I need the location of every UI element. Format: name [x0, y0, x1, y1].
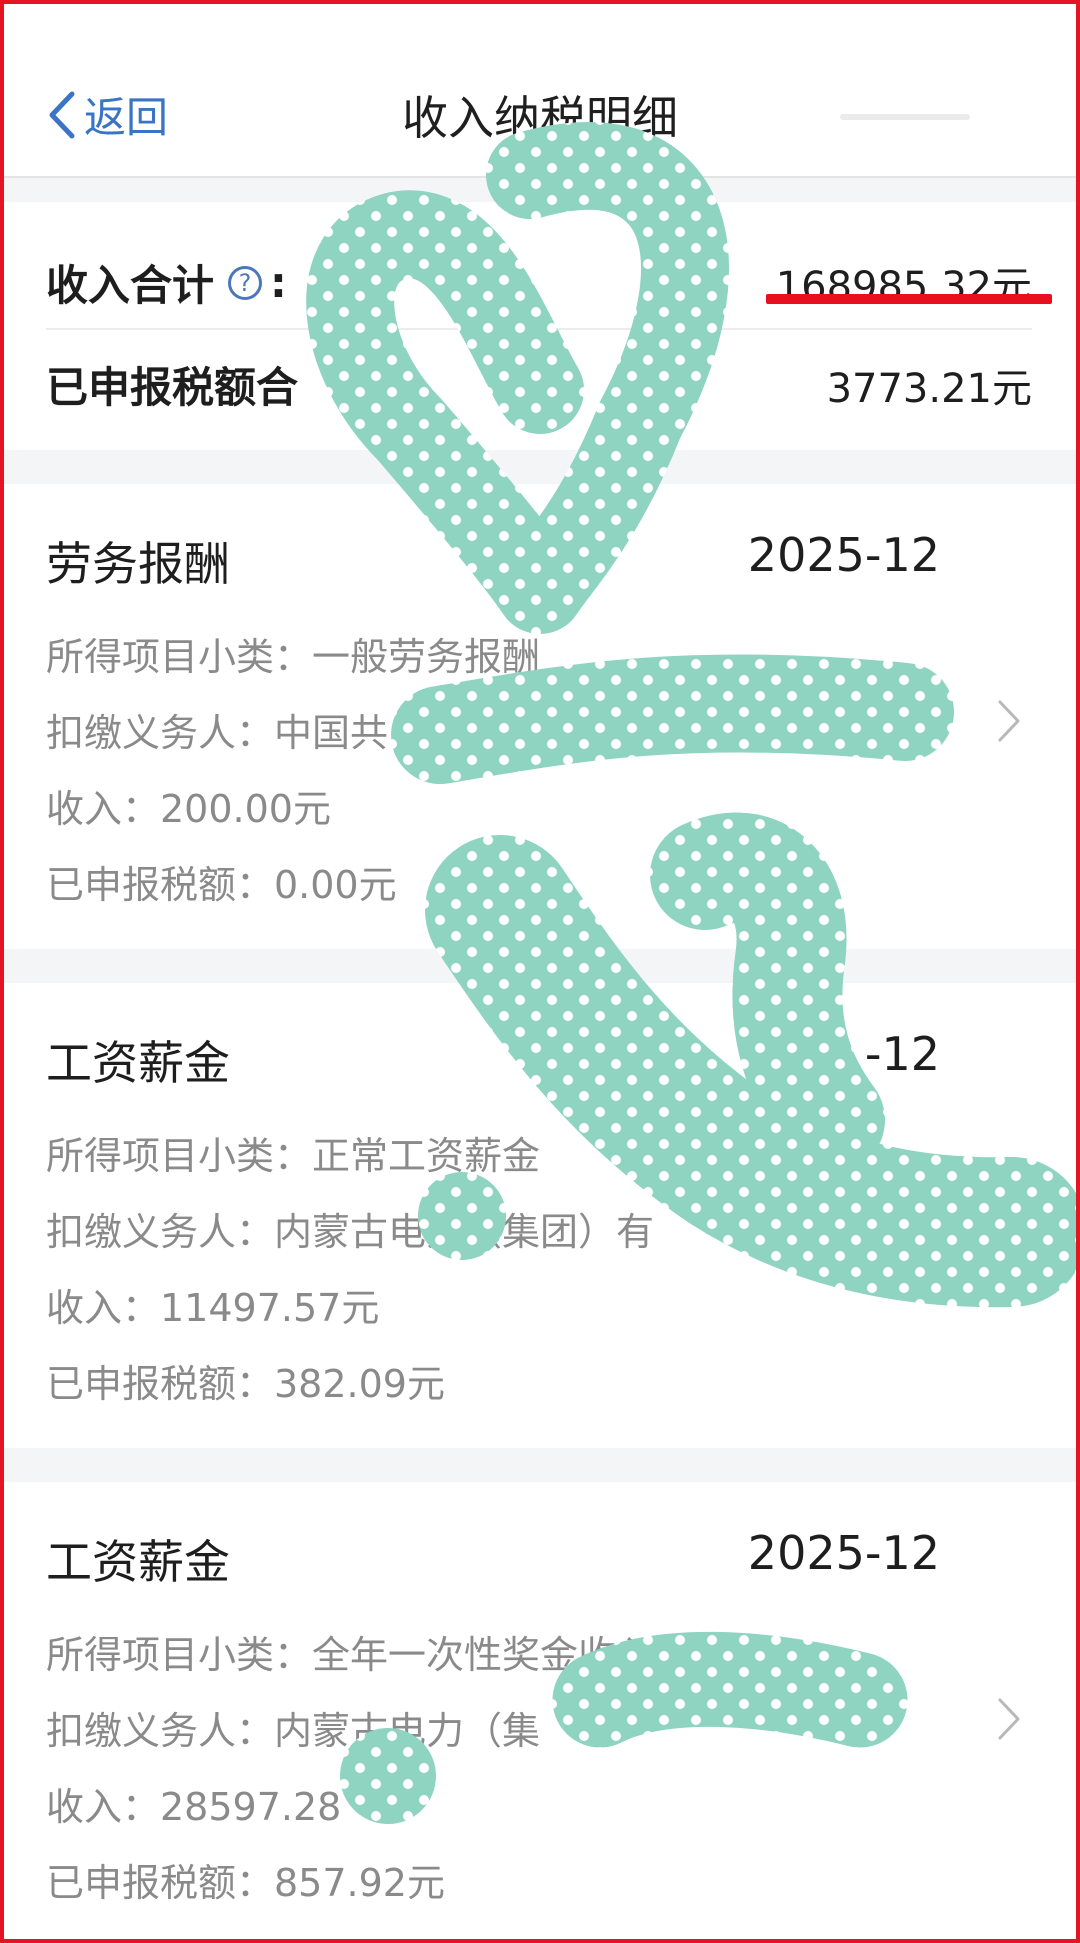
redaction-stroke [306, 122, 729, 634]
redaction-dot [340, 1728, 436, 1824]
redaction-dot [418, 1172, 506, 1260]
redaction-stroke [552, 1631, 908, 1748]
redaction-scribble-overlay [306, 122, 1080, 1824]
redaction-stroke [391, 654, 954, 784]
red-underline-annotation [766, 294, 1052, 304]
